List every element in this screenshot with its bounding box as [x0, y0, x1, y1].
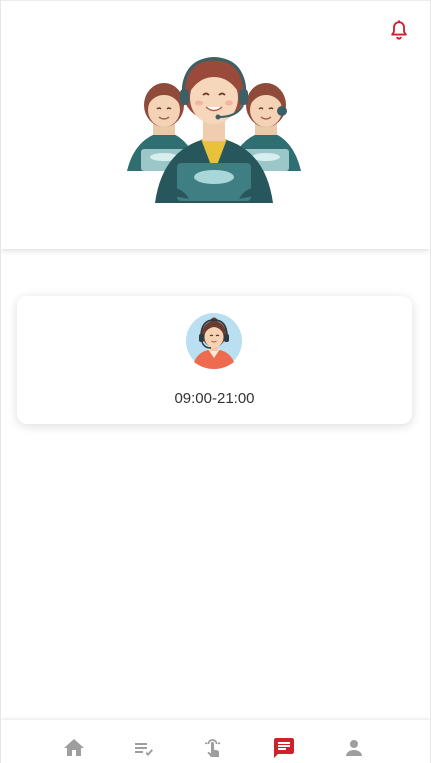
app-screen: 09:00-21:00 — [0, 0, 431, 763]
person-icon — [346, 740, 362, 756]
support-agent-avatar — [186, 313, 242, 369]
bottom-tab-bar — [1, 720, 430, 763]
header-banner — [1, 0, 430, 249]
bell-icon[interactable] — [388, 19, 410, 41]
home-icon — [64, 739, 84, 756]
customer-service-card[interactable]: 09:00-21:00 — [17, 296, 412, 424]
service-hours: 09:00-21:00 — [174, 390, 255, 407]
tab-home[interactable] — [62, 736, 86, 760]
touch-icon — [205, 739, 221, 757]
message-icon — [274, 738, 294, 758]
tab-touch[interactable] — [202, 736, 226, 760]
checklist-icon — [135, 743, 153, 756]
tab-tasks[interactable] — [132, 736, 156, 760]
tab-profile[interactable] — [342, 736, 366, 760]
tab-messages[interactable] — [272, 736, 296, 760]
customer-service-agents-illustration — [127, 57, 301, 203]
